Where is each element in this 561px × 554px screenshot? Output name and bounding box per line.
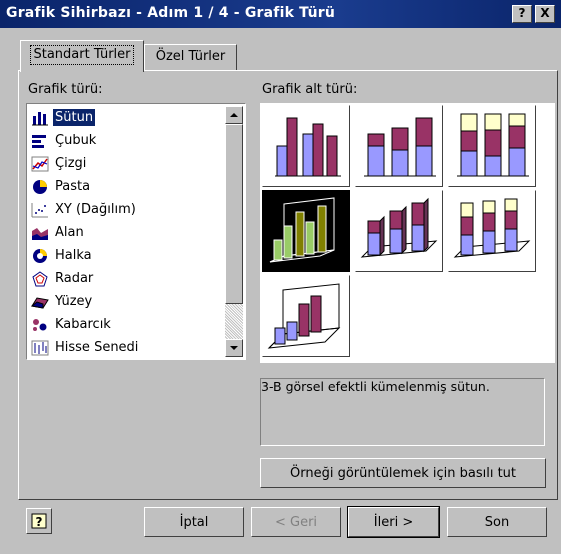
list-item[interactable]: Çubuk — [29, 129, 227, 152]
line-chart-icon — [31, 156, 49, 172]
svg-text:?: ? — [36, 515, 43, 529]
chart-type-list[interactable]: Sütun Çubuk Çizgi Pasta XY (Dağılım) Alan Halk… — [26, 103, 246, 360]
list-item-label: Alan — [55, 225, 84, 240]
subtype-stacked-column[interactable] — [355, 105, 443, 187]
subtype-clustered-column[interactable] — [262, 105, 350, 187]
3d-percent-stacked-column-icon — [453, 198, 531, 258]
chart-wizard-dialog: Grafik Sihirbazı - Adım 1 / 4 - Grafik T… — [0, 0, 561, 554]
next-button-label: İleri > — [373, 514, 414, 530]
3d-column-icon — [267, 283, 341, 349]
list-item[interactable]: Pasta — [29, 175, 227, 198]
finish-button[interactable]: Son — [447, 507, 547, 537]
list-item-label: Hisse Senedi — [55, 340, 139, 355]
tab-custom-types-label: Özel Türler — [155, 49, 226, 64]
list-item[interactable]: Alan — [29, 221, 227, 244]
list-item-label: XY (Dağılım) — [55, 202, 136, 217]
column-chart-icon — [31, 110, 49, 126]
arrow-down-icon — [230, 346, 238, 350]
subtype-100-stacked-column[interactable] — [448, 105, 536, 187]
scroll-thumb[interactable] — [225, 124, 243, 304]
tab-custom-types[interactable]: Özel Türler — [144, 44, 237, 70]
subtype-3d-100-stacked-column[interactable] — [448, 190, 536, 272]
list-item-label: Çubuk — [55, 133, 97, 148]
scroll-down-button[interactable] — [225, 339, 243, 357]
title-bar: Grafik Sihirbazı - Adım 1 / 4 - Grafik T… — [0, 0, 561, 28]
list-item[interactable]: Sütun — [29, 106, 227, 129]
preview-sample-button[interactable]: Örneği görüntülemek için basılı tut — [260, 458, 546, 488]
cancel-button-label: İptal — [179, 514, 209, 530]
subtype-description: 3-B görsel efektli kümelenmiş sütun. — [261, 379, 490, 394]
chart-type-label: Grafik türü: — [28, 82, 103, 97]
area-chart-icon — [31, 225, 49, 241]
list-item[interactable]: XY (Dağılım) — [29, 198, 227, 221]
subtype-3d-column[interactable] — [262, 275, 350, 357]
subtype-description-box: 3-B görsel efektli kümelenmiş sütun. — [260, 378, 545, 446]
chart-type-label-text: Grafik türü: — [28, 82, 103, 97]
stock-chart-icon — [31, 340, 49, 356]
bubble-chart-icon — [31, 317, 49, 333]
doughnut-chart-icon — [31, 248, 49, 264]
3d-stacked-column-icon — [360, 197, 438, 258]
close-button[interactable]: X — [535, 5, 555, 23]
cancel-button[interactable]: İptal — [144, 507, 244, 537]
subtype-grid — [260, 103, 555, 363]
office-assistant-button[interactable]: ? — [26, 508, 52, 534]
list-scrollbar[interactable] — [225, 106, 243, 357]
tab-standard-types-label: Standart Türler — [30, 45, 134, 65]
surface-chart-icon — [30, 294, 49, 310]
subtype-3d-clustered-column[interactable] — [262, 190, 350, 272]
bar-chart-icon — [31, 133, 49, 149]
back-button[interactable]: < Geri — [251, 507, 341, 537]
list-item[interactable]: Yüzey — [29, 290, 227, 313]
list-item-label: Kabarcık — [55, 317, 111, 332]
preview-sample-label: Örneği görüntülemek için basılı tut — [289, 465, 516, 481]
list-item-label: Radar — [55, 271, 94, 286]
scroll-up-button[interactable] — [225, 106, 243, 124]
list-item-label: Halka — [55, 248, 92, 263]
window-title: Grafik Sihirbazı - Adım 1 / 4 - Grafik T… — [6, 5, 336, 21]
list-item[interactable]: Çizgi — [29, 152, 227, 175]
list-item[interactable]: Radar — [29, 267, 227, 290]
list-item-label: Sütun — [53, 109, 96, 126]
subtype-3d-stacked-column[interactable] — [355, 190, 443, 272]
radar-chart-icon — [31, 270, 49, 287]
stacked-column-icon — [364, 117, 436, 177]
list-item[interactable]: Hisse Senedi — [29, 336, 227, 359]
tab-standard-types[interactable]: Standart Türler — [20, 40, 144, 72]
3d-clustered-column-icon — [269, 197, 335, 263]
clustered-column-icon — [275, 117, 341, 177]
percent-stacked-column-icon — [457, 113, 529, 177]
list-item[interactable]: Halka — [29, 244, 227, 267]
back-button-label: < Geri — [274, 514, 318, 530]
help-assistant-icon: ? — [31, 513, 47, 529]
list-item-label: Yüzey — [55, 294, 93, 309]
list-item-label: Çizgi — [55, 156, 87, 171]
scatter-chart-icon — [31, 202, 49, 218]
pie-chart-icon — [31, 179, 49, 195]
help-title-button[interactable]: ? — [512, 5, 532, 23]
arrow-up-icon — [230, 113, 238, 117]
list-item[interactable]: Kabarcık — [29, 313, 227, 336]
finish-button-label: Son — [484, 514, 510, 530]
subtype-label: Grafik alt türü: — [262, 82, 357, 97]
list-item-label: Pasta — [55, 179, 91, 194]
next-button[interactable]: İleri > — [347, 506, 440, 538]
subtype-label-text: Grafik alt türü: — [262, 82, 358, 97]
